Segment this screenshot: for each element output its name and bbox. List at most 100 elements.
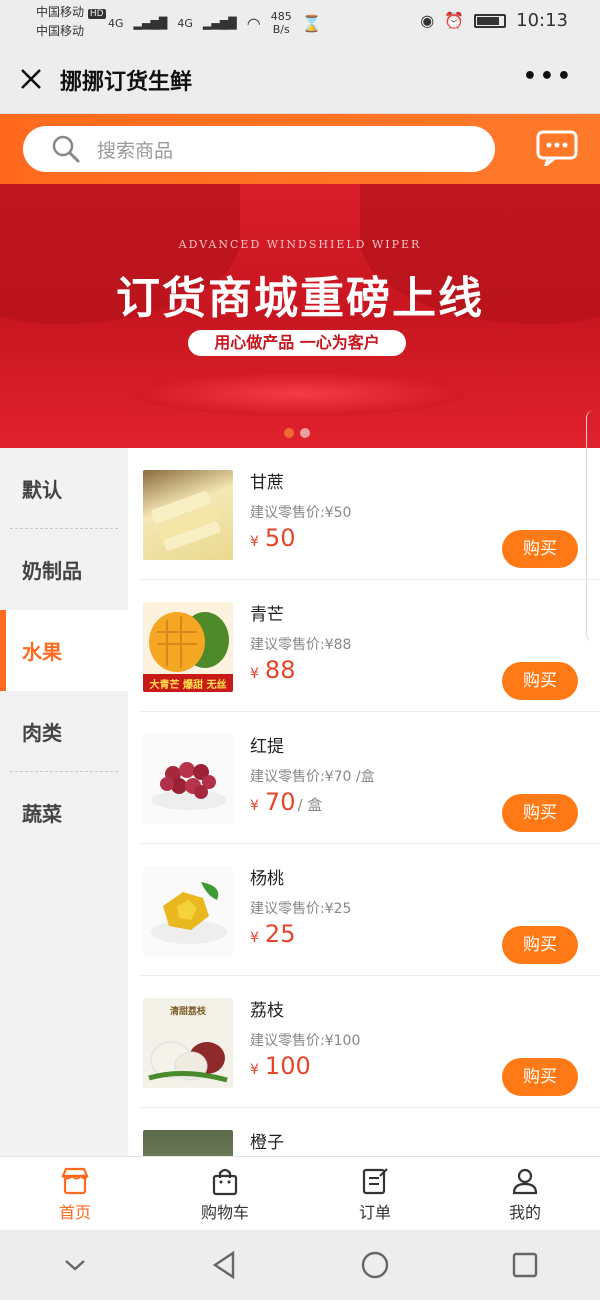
price-value: 70 [264,788,296,816]
shop-icon [61,1167,89,1195]
carrier-info: 中国移动 HD 中国移动 [36,4,106,40]
currency-symbol: ¥ [250,930,259,946]
currency-symbol: ¥ [250,666,259,682]
speed-value: 485 [270,10,292,23]
product-item[interactable]: 甘蔗 建议零售价:¥50 ¥50 购买 [140,448,600,580]
category-item-default[interactable]: 默认 [0,448,128,529]
product-thumbnail[interactable]: 清甜荔枝 [143,998,233,1088]
more-menu-icon[interactable]: ••• [523,64,574,89]
product-price: ¥100 [250,1052,311,1080]
recent-apps-icon[interactable] [495,1245,555,1285]
buy-button[interactable]: 购买 [502,530,578,568]
search-placeholder: 搜索商品 [97,139,174,162]
product-price: ¥50 [250,524,295,552]
title-bar: 挪挪订货生鲜 ••• [0,44,600,114]
tab-profile[interactable]: 我的 [450,1157,600,1230]
page-title: 挪挪订货生鲜 [60,70,193,95]
price-value: 100 [264,1052,311,1080]
tab-orders[interactable]: 订单 [300,1157,450,1230]
banner-english: ADVANCED WINDSHIELD WIPER [178,238,422,251]
price-value: 50 [264,524,296,552]
order-icon [362,1168,388,1195]
bag-icon [212,1168,238,1196]
product-item[interactable]: 清甜荔枝 荔枝 建议零售价:¥100 ¥100 购买 [140,976,600,1108]
carousel-dots [284,428,310,438]
clock: 10:13 [516,10,568,31]
signal-icon: ▂▄▆█ [133,16,168,30]
status-right: ◉ ⏰ 10:13 [420,10,568,31]
back-icon[interactable] [195,1245,255,1285]
product-price: ¥25 [250,920,295,948]
main-content: 默认 奶制品 水果 肉类 蔬菜 甘蔗 建议零售价:¥50 ¥ 50 购买 大青芒… [0,448,600,1156]
speed-readout: 485 B/s [271,10,292,36]
product-thumbnail[interactable] [143,734,233,824]
speed-unit: B/s [272,23,290,36]
tab-home[interactable]: 首页 [0,1157,150,1230]
net-2: 4G [177,16,193,30]
product-thumbnail[interactable] [143,866,233,956]
product-item[interactable]: 大青芒 爆甜 无丝 青芒 建议零售价:¥88 ¥88 购买 [140,580,600,712]
hd-badge: HD [87,9,106,19]
product-list: 甘蔗 建议零售价:¥50 ¥50 购买 大青芒 爆甜 无丝 青芒 建议零售价:¥… [128,448,600,1156]
tab-label: 首页 [58,1203,91,1222]
price-value: 88 [264,656,296,684]
product-price: ¥70/ 盒 [250,788,322,816]
product-name: 橙子 [250,1133,284,1153]
tab-cart[interactable]: 购物车 [150,1157,300,1230]
search-bar: 搜索商品 [0,114,600,184]
product-thumbnail[interactable] [143,470,233,560]
category-item-fruit[interactable]: 水果 [0,610,128,691]
product-name: 青芒 [250,605,284,625]
product-price: ¥88 [250,656,295,684]
tab-label: 订单 [358,1203,391,1222]
banner-subline: 用心做产品 一心为客户 [188,330,406,356]
search-icon [52,135,80,163]
close-icon[interactable] [18,66,44,92]
category-item-vegetables[interactable]: 蔬菜 [0,772,128,853]
category-label: 肉类 [22,721,62,745]
product-suggested-price: 建议零售价:¥70 /盒 [250,769,375,785]
search-input[interactable]: 搜索商品 [23,126,495,172]
carousel-dot[interactable] [300,428,310,438]
carrier-2: 中国移动 [36,24,85,38]
battery-icon [474,13,507,28]
category-label: 水果 [22,640,62,664]
product-suggested-price: 建议零售价:¥50 [250,505,352,521]
buy-button[interactable]: 购买 [502,1058,578,1096]
product-item[interactable]: 橙子 [140,1108,600,1156]
user-icon [512,1168,538,1195]
currency-symbol: ¥ [250,798,259,814]
product-suggested-price: 建议零售价:¥88 [250,637,352,653]
product-name: 荔枝 [250,1001,284,1021]
product-item[interactable]: 杨桃 建议零售价:¥25 ¥25 购买 [140,844,600,976]
hide-nav-icon[interactable] [45,1245,105,1285]
tab-label: 我的 [508,1203,541,1222]
carrier-1: 中国移动 [36,5,85,19]
hourglass-icon: ⌛ [301,13,322,33]
eye-icon: ◉ [420,11,435,30]
category-item-meat[interactable]: 肉类 [0,691,128,772]
promo-banner[interactable]: ADVANCED WINDSHIELD WIPER 订货商城重磅上线 用心做产品… [0,184,600,448]
product-thumbnail[interactable] [143,1130,233,1156]
product-thumbnail[interactable]: 大青芒 爆甜 无丝 [143,602,233,692]
category-label: 默认 [22,478,62,502]
category-label: 奶制品 [22,559,82,583]
buy-button[interactable]: 购买 [502,926,578,964]
bottom-tab-bar: 首页 购物车 订单 我的 [0,1156,600,1230]
product-name: 甘蔗 [250,473,284,493]
category-sidebar: 默认 奶制品 水果 肉类 蔬菜 [0,448,128,1156]
product-name: 杨桃 [250,869,284,889]
price-unit: / 盒 [297,796,323,814]
carousel-dot[interactable] [284,428,294,438]
net-1: 4G [108,16,124,30]
product-item[interactable]: 红提 建议零售价:¥70 /盒 ¥70/ 盒 购买 [140,712,600,844]
status-bar: 中国移动 HD 中国移动 4G ▂▄▆█ 4G ▂▄▆█ ◠ 485 B/s ⌛… [0,0,600,44]
product-suggested-price: 建议零售价:¥100 [250,1033,361,1049]
category-item-dairy[interactable]: 奶制品 [0,529,128,610]
home-circle-icon[interactable] [345,1245,405,1285]
system-nav-bar [0,1230,600,1300]
buy-button[interactable]: 购买 [502,662,578,700]
tab-label: 购物车 [200,1203,249,1222]
buy-button[interactable]: 购买 [502,794,578,832]
message-icon[interactable] [536,130,578,166]
